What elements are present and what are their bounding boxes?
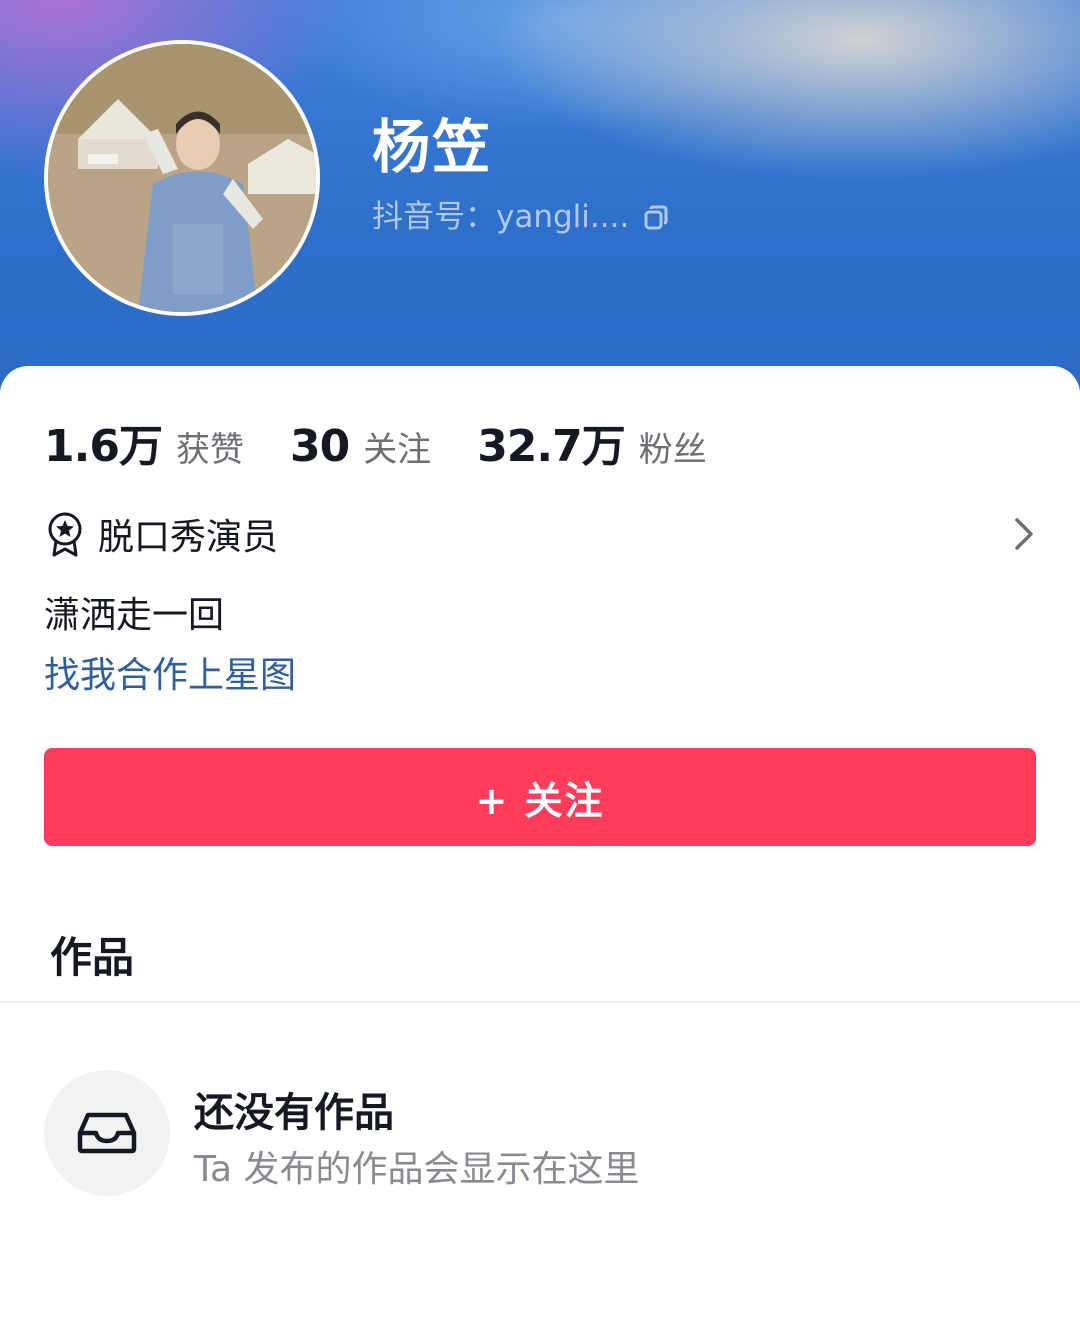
stat-label: 粉丝 [638, 430, 707, 470]
tab-works[interactable]: 作品 [50, 924, 134, 985]
verified-badge-icon [48, 512, 82, 557]
handle-text: 抖音号：yangli.... [372, 199, 630, 235]
tab-divider [0, 1001, 1080, 1003]
profile-stats: 1.6万 获赞 30 关注 32.7万 粉丝 [44, 410, 753, 474]
stat-likes[interactable]: 1.6万 获赞 [44, 410, 244, 474]
avatar[interactable] [44, 40, 320, 316]
stat-label: 获赞 [175, 430, 244, 470]
verification-label: 脱口秀演员 [98, 517, 279, 558]
verification-row[interactable]: 脱口秀演员 [44, 506, 1036, 562]
follow-button[interactable]: + 关注 [44, 748, 1036, 846]
empty-state-title: 还没有作品 [194, 1090, 394, 1136]
stat-followers[interactable]: 32.7万 粉丝 [477, 410, 707, 474]
stat-value: 32.7万 [477, 421, 626, 472]
profile-handle[interactable]: 抖音号：yangli.... [372, 202, 671, 233]
cooperation-link[interactable]: 找我合作上星图 [44, 646, 296, 698]
empty-state-description: Ta 发布的作品会显示在这里 [194, 1149, 640, 1190]
empty-state-icon-circle [44, 1070, 170, 1196]
avatar-photo [48, 44, 316, 312]
inbox-tray-icon [77, 1112, 137, 1154]
copy-icon[interactable] [641, 203, 671, 233]
profile-name: 杨笠 [372, 113, 493, 181]
profile-bio: 潇洒走一回 [44, 595, 225, 636]
stat-value: 30 [289, 421, 350, 472]
chevron-right-icon [1015, 518, 1033, 550]
stat-following[interactable]: 30 关注 [290, 421, 431, 472]
stat-label: 关注 [363, 430, 432, 470]
stat-value: 1.6万 [44, 421, 163, 472]
